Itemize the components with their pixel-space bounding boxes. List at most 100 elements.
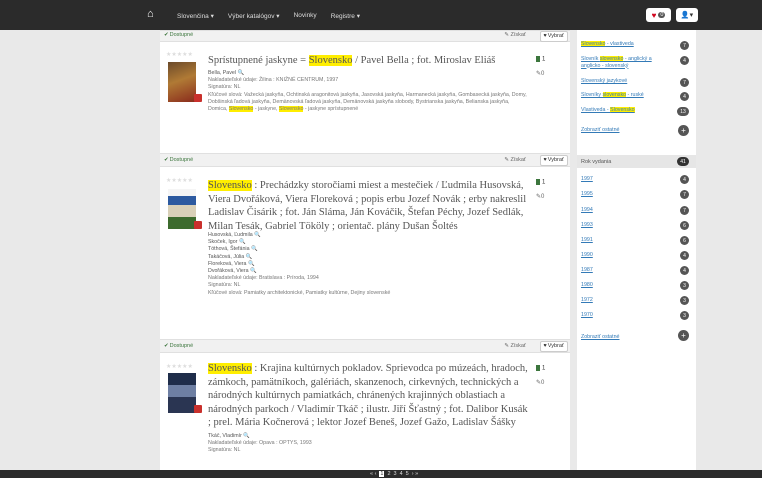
author-link[interactable]: Takáčová, Júlia	[208, 254, 244, 260]
list-item: ★★★★★ Slovensko : Prechádzky storočiami …	[160, 173, 570, 333]
record-title[interactable]: Slovensko : Prechádzky storočiami miest …	[208, 179, 528, 233]
record-details: Tkáč, Vladimír 🔍 Nakladateľské údaje: Op…	[208, 433, 528, 455]
facet-year[interactable]: 1997	[581, 176, 593, 183]
pagination-page[interactable]: 5	[406, 471, 409, 477]
record-details: Bella, Pavel 🔍 Nakladateľské údaje: Žili…	[208, 70, 528, 113]
author-link[interactable]: Tóthová, Štefánia	[208, 246, 250, 252]
book-type-icon	[194, 405, 202, 413]
facet-year[interactable]: 1970	[581, 312, 593, 319]
keywords: Kľúčové slová: Pamiatky architektonické,…	[208, 289, 391, 296]
facet-item[interactable]: Slovenský jazykové	[581, 78, 676, 85]
search-icon[interactable]: 🔍	[246, 254, 253, 260]
facet-count: 4	[680, 266, 689, 275]
reviews-count[interactable]: ✎0	[536, 379, 544, 386]
facet-year[interactable]: 1995	[581, 191, 593, 198]
holdings-count[interactable]: 1	[536, 365, 545, 372]
user-menu-button[interactable]: 👤▾	[676, 8, 698, 22]
facet-count: 3	[680, 296, 689, 305]
home-icon[interactable]: ⌂	[147, 9, 159, 20]
facet-count: 6	[680, 221, 689, 230]
facet-header-year[interactable]: Rok vydania 41	[577, 155, 696, 168]
facet-year[interactable]: 1972	[581, 297, 593, 304]
author-link[interactable]: Tkáč, Vladimír	[208, 433, 242, 439]
availability-status[interactable]: Dostupné	[164, 32, 194, 38]
facet-item[interactable]: Slovensko - vlastiveda	[581, 41, 676, 48]
signature-info: Signatúra: NL	[208, 447, 241, 454]
availability-status[interactable]: Dostupné	[164, 343, 194, 349]
favorites-count: 0	[658, 12, 666, 18]
facet-item[interactable]: Slovníky slovensko - ruské	[581, 92, 676, 99]
menu-catalog-select[interactable]: Výber katalógov ▾	[228, 12, 280, 20]
results-list: Dostupné Získať Vybrať ★★★★★ Sprístupnen…	[160, 30, 570, 470]
pagination-page[interactable]: 3	[394, 471, 397, 477]
select-button[interactable]: Vybrať	[539, 341, 568, 352]
record-title[interactable]: Sprístupnené jaskyne = Slovensko / Pavel…	[208, 54, 528, 68]
holdings-count[interactable]: 1	[536, 56, 545, 63]
get-button[interactable]: Získať	[504, 32, 526, 38]
pagination-page[interactable]: 4	[400, 471, 403, 477]
facet-total-count: 41	[677, 157, 689, 166]
facet-count: 4	[680, 92, 689, 101]
show-more-link[interactable]: Zobraziť ostatné	[581, 127, 620, 134]
list-item: ★★★★★ Slovensko : Krajina kultúrnych pok…	[160, 359, 570, 470]
get-button[interactable]: Získať	[504, 157, 526, 163]
facet-year[interactable]: 1980	[581, 282, 593, 289]
record-title[interactable]: Slovensko : Krajina kultúrnych pokladov.…	[208, 362, 528, 430]
publisher-info: Nakladateľské údaje: Bratislava : Prírod…	[208, 275, 319, 282]
reviews-count[interactable]: ✎0	[536, 193, 544, 200]
record-details: Husovská, Ľudmila 🔍 Skoček, Igor 🔍 Tótho…	[208, 232, 528, 297]
search-icon[interactable]: 🔍	[239, 239, 246, 245]
pagination-page[interactable]: 2	[387, 471, 390, 477]
facet-year[interactable]: 1990	[581, 252, 593, 259]
facet-count: 7	[680, 41, 689, 50]
plus-icon[interactable]: +	[678, 125, 689, 136]
search-icon[interactable]: 🔍	[251, 246, 258, 252]
facet-year[interactable]: 1993	[581, 222, 593, 229]
select-button[interactable]: Vybrať	[539, 31, 568, 42]
plus-icon[interactable]: +	[678, 330, 689, 341]
facet-year[interactable]: 1987	[581, 267, 593, 274]
facet-year[interactable]: 1991	[581, 237, 593, 244]
facet-sidebar: Slovensko - vlastiveda 7 Slovník slovens…	[577, 30, 696, 470]
record-action-bar: Dostupné Získať Vybrať	[160, 153, 570, 167]
author-link[interactable]: Bella, Pavel	[208, 70, 236, 76]
favorites-button[interactable]: ♥ 0	[646, 8, 671, 22]
publisher-info: Nakladateľské údaje: Opava : OPTYS, 1993	[208, 440, 312, 447]
rating-stars[interactable]: ★★★★★	[166, 177, 193, 184]
facet-item[interactable]: Slovník slovensko - anglický a anglicko …	[581, 56, 671, 69]
pagination-next[interactable]: › »	[412, 471, 418, 477]
facet-count: 6	[680, 236, 689, 245]
holdings-count[interactable]: 1	[536, 179, 545, 186]
search-icon[interactable]: 🔍	[248, 261, 255, 267]
rating-stars[interactable]: ★★★★★	[166, 363, 193, 370]
menu-registers[interactable]: Registre ▾	[331, 12, 360, 20]
menu-language[interactable]: Slovenčina ▾	[177, 12, 214, 20]
facet-count: 7	[680, 190, 689, 199]
author-link[interactable]: Husovská, Ľudmila	[208, 232, 253, 238]
search-icon[interactable]: 🔍	[250, 268, 257, 274]
facet-count: 3	[680, 311, 689, 320]
reviews-count[interactable]: ✎0	[536, 70, 544, 77]
record-action-bar: Dostupné Získať Vybrať	[160, 30, 570, 42]
facet-item[interactable]: Vlastiveda - Slovensko	[581, 107, 676, 114]
author-link[interactable]: Skoček, Igor	[208, 239, 237, 245]
rating-stars[interactable]: ★★★★★	[166, 51, 193, 58]
search-icon[interactable]: 🔍	[243, 433, 250, 439]
facet-year[interactable]: 1994	[581, 207, 593, 214]
search-icon[interactable]: 🔍	[237, 70, 244, 76]
search-icon[interactable]: 🔍	[254, 232, 261, 238]
menu-news[interactable]: Novinky	[294, 12, 317, 20]
book-cover[interactable]	[168, 62, 202, 102]
pagination-bar: « ‹ 1 2 3 4 5 › »	[0, 470, 762, 478]
book-cover[interactable]	[168, 373, 202, 413]
book-cover[interactable]	[168, 189, 202, 229]
pagination-prev[interactable]: « ‹	[370, 471, 376, 477]
publisher-info: Nakladateľské údaje: Žilina : KNIŽNÉ CEN…	[208, 77, 339, 84]
select-button[interactable]: Vybrať	[539, 155, 568, 166]
get-button[interactable]: Získať	[504, 343, 526, 349]
pagination-page-current[interactable]: 1	[379, 471, 385, 477]
show-more-link[interactable]: Zobraziť ostatné	[581, 334, 620, 341]
author-link[interactable]: Dvořáková, Viera	[208, 268, 249, 274]
author-link[interactable]: Floreková, Viera	[208, 261, 246, 267]
availability-status[interactable]: Dostupné	[164, 157, 194, 163]
